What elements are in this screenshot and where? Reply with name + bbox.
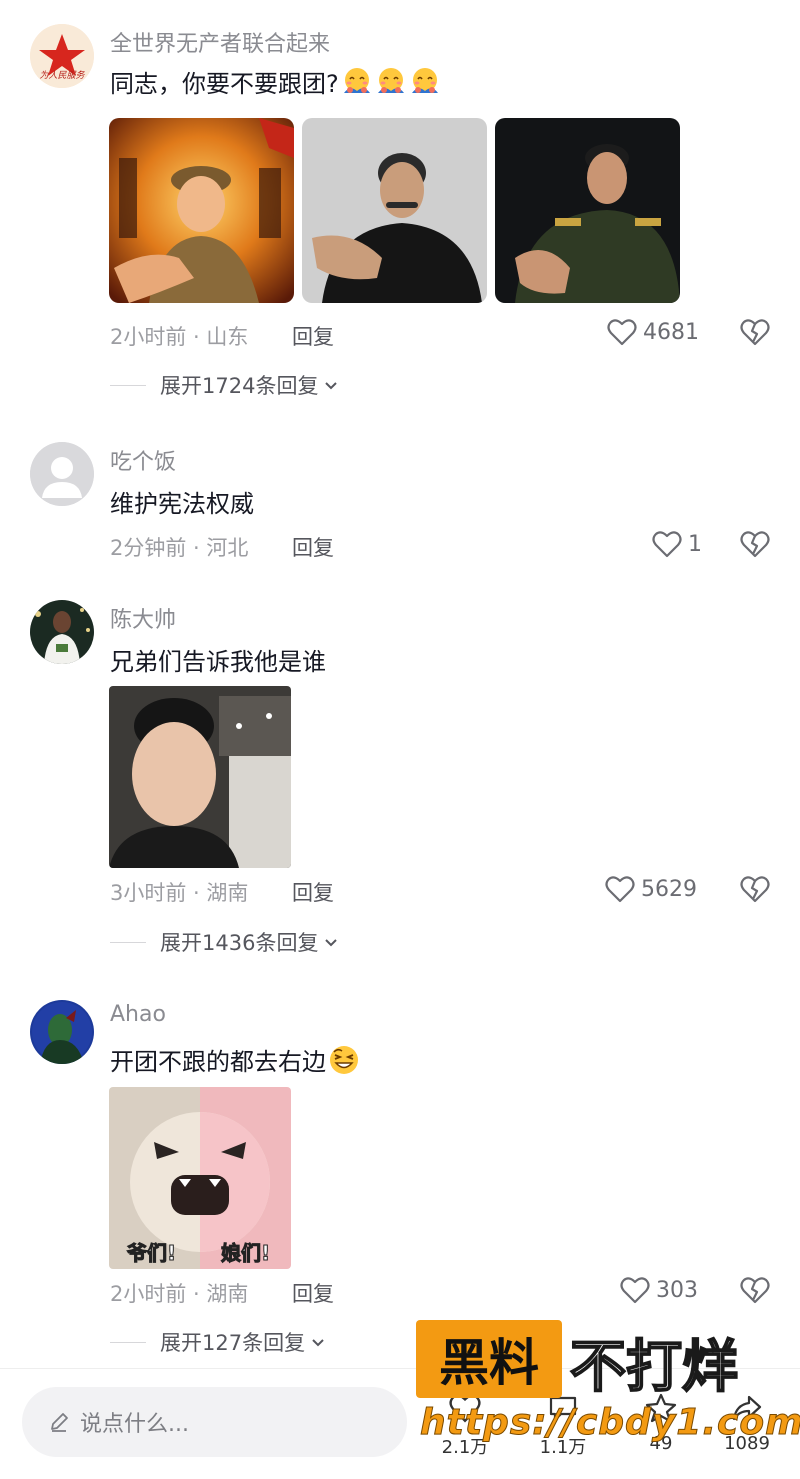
watermark-box-text: 黑料 — [416, 1320, 562, 1398]
watermark-slogan: 不打烊 — [569, 1334, 739, 1401]
comment-image-cat-meme[interactable]: 爷们! 娘们! — [109, 1087, 291, 1269]
avatar-caption: 为人民服务 — [39, 71, 85, 81]
comment-text: 兄弟们告诉我他是谁 — [110, 648, 326, 676]
avatar[interactable] — [30, 442, 94, 506]
default-user-icon — [30, 442, 94, 506]
comment-username[interactable]: 全世界无产者联合起来 — [110, 26, 330, 58]
chevron-down-icon — [312, 1339, 324, 1347]
like-count: 4681 — [643, 319, 699, 345]
meme-left-caption: 爷们! — [126, 1241, 177, 1266]
comment-image-soldier[interactable] — [109, 118, 294, 303]
chevron-down-icon — [325, 939, 338, 947]
like-button[interactable]: 5629 — [605, 875, 697, 903]
avatar[interactable] — [30, 1000, 94, 1064]
reply-button[interactable]: 回复 — [292, 1278, 334, 1308]
user-photo-icon — [30, 1000, 94, 1064]
comment-time-location: 2小时前 · 山东 — [110, 325, 249, 349]
heart-icon — [607, 319, 637, 346]
like-count: 5629 — [641, 876, 697, 902]
like-button[interactable]: 1 — [652, 530, 702, 558]
divider-line — [110, 384, 146, 386]
chevron-down-icon — [325, 382, 338, 390]
dislike-button[interactable] — [740, 530, 770, 558]
hug-emoji-icon — [341, 66, 373, 98]
expand-replies-button[interactable]: 展开1436条回复 — [110, 927, 340, 957]
comment-time-location: 3小时前 · 湖南 — [110, 881, 249, 905]
hug-emoji-icon — [409, 66, 441, 98]
heart-icon — [652, 531, 682, 558]
user-photo-icon — [30, 600, 94, 664]
comment-image-selfie[interactable] — [109, 686, 291, 868]
divider-line — [110, 1341, 146, 1343]
grinning-squint-emoji-icon — [328, 1044, 360, 1076]
dislike-button[interactable] — [740, 875, 770, 903]
comment-username[interactable]: 吃个饭 — [110, 444, 176, 476]
like-button[interactable]: 303 — [620, 1276, 698, 1304]
broken-heart-icon — [740, 319, 770, 346]
meme-right-caption: 娘们! — [220, 1241, 271, 1266]
comment-username[interactable]: 陈大帅 — [110, 602, 176, 634]
like-button[interactable]: 4681 — [607, 318, 699, 346]
comment-text: 同志，你要不要跟团? — [110, 64, 441, 99]
broken-heart-icon — [740, 876, 770, 903]
comment-text: 开团不跟的都去右边 — [110, 1042, 360, 1077]
watermark-overlay: 黑料 不打烊 https://cbdy1.com — [416, 1320, 800, 1479]
reply-button[interactable]: 回复 — [292, 321, 334, 351]
expand-replies-label: 展开127条回复 — [160, 1331, 306, 1355]
heart-icon — [620, 1277, 650, 1304]
expand-replies-label: 展开1724条回复 — [160, 374, 319, 398]
comment-text: 维护宪法权威 — [110, 490, 254, 518]
comment-input-placeholder: 说点什么... — [80, 1412, 189, 1437]
heart-icon — [605, 876, 635, 903]
divider-line — [110, 941, 146, 943]
dislike-button[interactable] — [740, 318, 770, 346]
comment-image-officer[interactable] — [495, 118, 680, 303]
reply-button[interactable]: 回复 — [292, 532, 334, 562]
broken-heart-icon — [740, 1277, 770, 1304]
comment-text-content: 同志，你要不要跟团? — [110, 70, 339, 98]
watermark-url: https://cbdy1.com — [420, 1402, 800, 1444]
expand-replies-label: 展开1436条回复 — [160, 931, 319, 955]
broken-heart-icon — [740, 531, 770, 558]
comment-time-location: 2小时前 · 湖南 — [110, 1282, 249, 1306]
like-count: 1 — [688, 531, 702, 557]
avatar[interactable]: 为人民服务 — [30, 24, 94, 88]
comment-username[interactable]: Ahao — [110, 1002, 166, 1027]
pencil-icon — [51, 1413, 68, 1432]
reply-button[interactable]: 回复 — [292, 877, 334, 907]
expand-replies-button[interactable]: 展开1724条回复 — [110, 370, 340, 400]
comment-image-man-black-robe[interactable] — [302, 118, 487, 303]
hug-emoji-icon — [375, 66, 407, 98]
dislike-button[interactable] — [740, 1276, 770, 1304]
like-count: 303 — [656, 1277, 698, 1303]
comment-text-content: 开团不跟的都去右边 — [110, 1048, 326, 1076]
expand-replies-button[interactable]: 展开127条回复 — [110, 1327, 327, 1357]
comment-time-location: 2分钟前 · 河北 — [110, 536, 249, 560]
comment-input[interactable]: 说点什么... — [22, 1387, 407, 1457]
avatar[interactable] — [30, 600, 94, 664]
